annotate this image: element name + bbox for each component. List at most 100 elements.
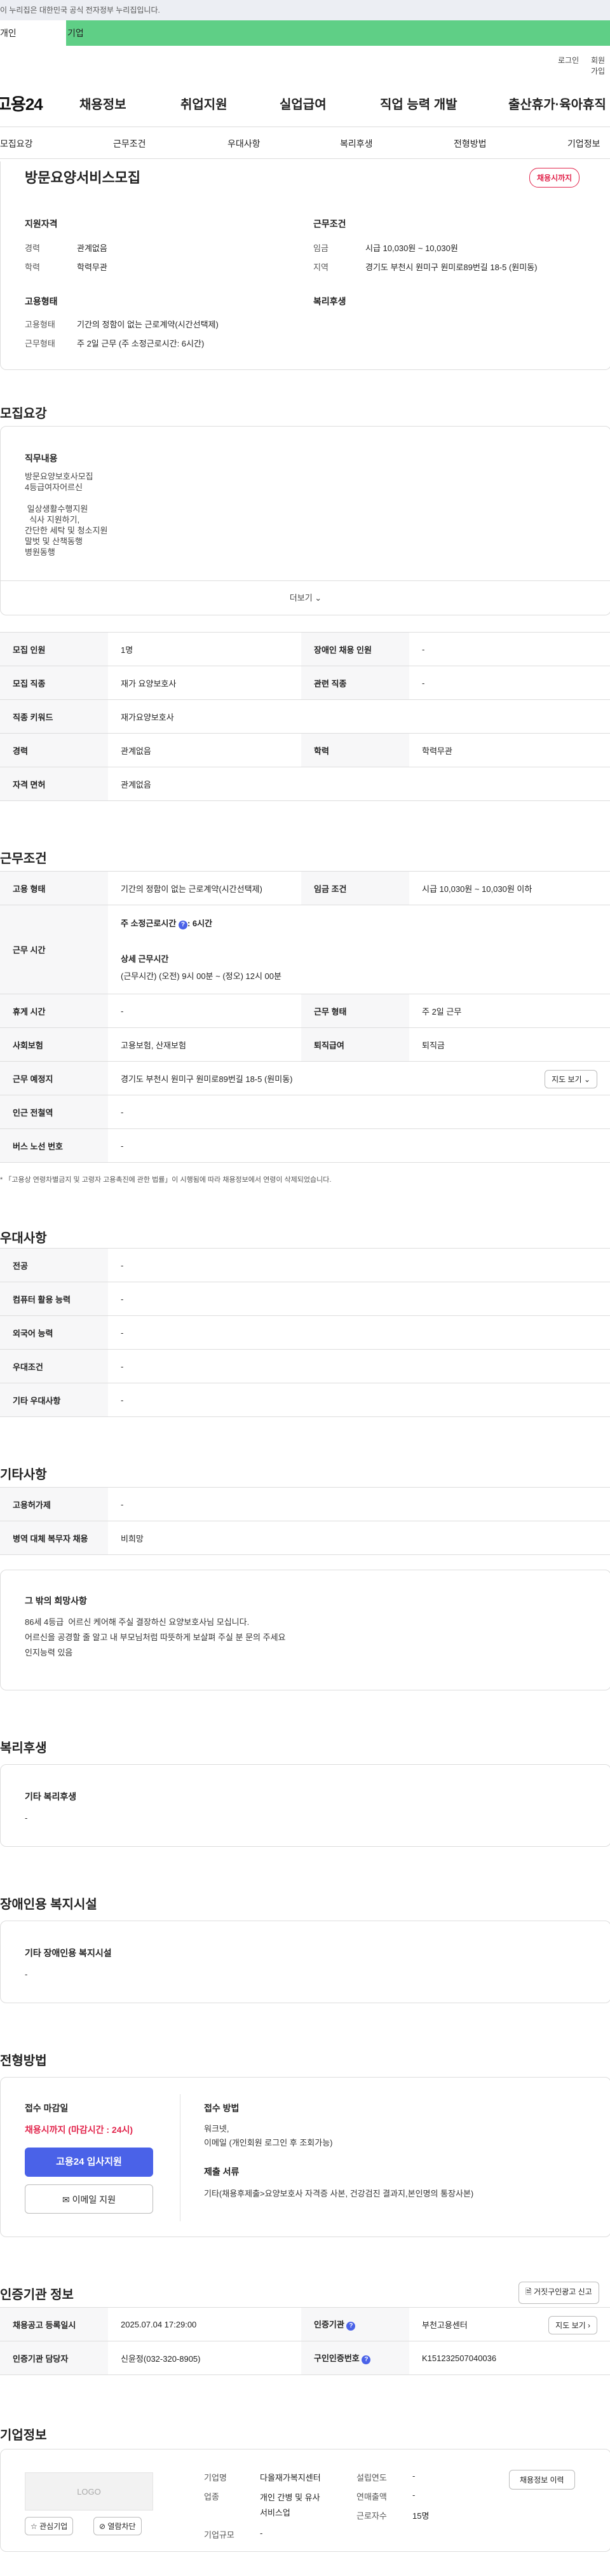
- deadline-badge: 채용시까지: [529, 168, 580, 188]
- block-button[interactable]: ⊘ 열람차단: [93, 2517, 142, 2535]
- docs-value: 기타(채용후제출>요양보호사 자격증 사본, 건강검진 결과지,본인명의 통장사…: [204, 2189, 474, 2198]
- info-icon[interactable]: ?: [346, 2322, 356, 2331]
- history-button[interactable]: 채용정보 이력: [509, 2470, 575, 2490]
- table-row: 외국어 능력 -: [0, 1315, 610, 1350]
- disabled-value: -: [25, 1970, 28, 1979]
- cert-section-header: 인증기관 정보 🗎 거짓구인광고 신고: [0, 2237, 610, 2307]
- deadline-title: 접수 마감일: [25, 2103, 69, 2113]
- table-row: 버스 노선 번호 -: [0, 1128, 610, 1163]
- disabled-card: 기타 장애인용 복지시설 -: [0, 1921, 610, 2003]
- table-row: 컴퓨터 활용 능력 -: [0, 1282, 610, 1316]
- apply-button[interactable]: 고용24 입사지원: [25, 2148, 153, 2177]
- selection-section-header: 전형방법: [0, 2003, 610, 2077]
- global-nav: 고용24 채용정보 취업지원 실업급여 직업 능력 개발 출산휴가·육아휴직: [0, 69, 610, 127]
- company-section-header: 기업정보: [0, 2375, 610, 2449]
- login-link[interactable]: 로그인: [558, 55, 579, 65]
- method-title: 접수 방법: [204, 2103, 240, 2113]
- info-icon[interactable]: ?: [178, 921, 187, 929]
- company-name: 다올재가복지센터: [260, 2473, 321, 2483]
- tab-person[interactable]: 개인: [0, 20, 66, 46]
- anchor-selection[interactable]: 전형방법: [454, 137, 487, 150]
- duties-card: 직무내용 방문요양보호사모집 4등급여자어르신 일상생활수행지원 식사 지원하기…: [0, 426, 610, 615]
- work-table: 고용 형태 기간의 정함이 없는 근로계약(시간선택제) 임금 조건 시급 10,03…: [0, 871, 610, 1163]
- section-title: 기업정보: [0, 2429, 47, 2442]
- section-title: 전형방법: [0, 2054, 47, 2068]
- welfare-title: 복리후생: [313, 296, 346, 306]
- interest-button[interactable]: ☆ 관심기업: [25, 2517, 74, 2535]
- anchor-company[interactable]: 기업정보: [567, 137, 600, 150]
- nav-menu-item[interactable]: 출산휴가·육아휴직: [508, 94, 606, 113]
- table-row: 고용허가제 -: [0, 1487, 610, 1521]
- etc-section-header: 기타사항: [0, 1417, 610, 1487]
- docs-title: 제출 서류: [204, 2167, 240, 2177]
- util-links: 로그인 회원가입: [0, 46, 610, 76]
- chevron-down-icon: ⌄: [583, 1075, 590, 1084]
- table-row: 고용 형태 기간의 정함이 없는 근로계약(시간선택제) 임금 조건 시급 10,03…: [0, 871, 610, 905]
- table-row: 우대조건 -: [0, 1349, 610, 1383]
- region-label: 지역: [313, 263, 329, 272]
- revenue-label: 연매출액: [356, 2492, 387, 2502]
- method-value: 워크넷, 이메일 (개인회원 로그인 후 조회가능): [204, 2124, 333, 2148]
- nav-menu-item[interactable]: 직업 능력 개발: [380, 94, 458, 113]
- work-value: 주 2일 근무 (주 소정근로시간: 6시간): [77, 339, 205, 348]
- table-row: 직종 키워드 재가요양보호사: [0, 699, 610, 734]
- table-row: 모집 인원 1명 장애인 채용 인원 -: [0, 632, 610, 666]
- info-icon[interactable]: ?: [362, 2355, 371, 2364]
- cert-table: 채용공고 등록일시 2025.07.04 17:29:00 인증기관 ? 부천고용…: [0, 2307, 610, 2375]
- wage-label: 임금: [313, 243, 329, 253]
- desc-text: 86세 4등급 어르신 케어해 주실 결장하신 요양보호사님 모십니다. 어르신…: [25, 1617, 286, 1657]
- tab-company[interactable]: 기업: [66, 20, 610, 46]
- age-note: * 「고용상 연령차별금지 및 고령자 고용촉진에 관한 법률」이 시행됨에 따…: [0, 1176, 332, 1184]
- section-title: 인증기관 정보: [0, 2288, 74, 2302]
- size-value: -: [260, 2528, 263, 2538]
- selection-card: 접수 마감일 채용시까지 (마감시간 : 24시) 고용24 입사지원 ✉ 이메…: [0, 2077, 610, 2237]
- welfare-card: 기타 복리후생 -: [0, 1764, 610, 1847]
- map-button[interactable]: 지도 보기 ⌄: [545, 1070, 597, 1088]
- hours-weekly: 주 소정근로시간 ?: 6시간: [121, 919, 213, 929]
- anchor-pref[interactable]: 우대사항: [227, 137, 261, 150]
- job-summary-card: 방문요양서비스모집 채용시까지 지원자격 경력 관계없음 학력 학력무관 근무조…: [0, 161, 610, 370]
- company-name-label: 기업명: [204, 2473, 227, 2483]
- table-row: 자격 면허 관계없음: [0, 767, 610, 801]
- nav-menu-item[interactable]: 취업지원: [180, 94, 227, 113]
- agency-map-button[interactable]: 지도 보기 ›: [548, 2316, 597, 2334]
- recruit-table: 모집 인원 1명 장애인 채용 인원 - 모집 직종 재가 요양보호사 관련 직종 - 직종…: [0, 632, 610, 801]
- anchor-work[interactable]: 근무조건: [113, 137, 146, 150]
- star-icon: ☆: [30, 2522, 37, 2531]
- region-value: 경기도 부천시 원미구 원미로89번길 18-5 (원미동): [365, 263, 538, 272]
- table-row: 근무 시간 주 소정근로시간 ?: 6시간 상세 근무시간 (근무시간) (오전…: [0, 905, 610, 994]
- hours-detail: (근무시간) (오전) 9시 00분 ~ (정오) 12시 00분: [121, 971, 281, 981]
- cond-title: 근무조건: [313, 219, 346, 229]
- size-label: 기업규모: [204, 2530, 234, 2540]
- emp-type-value: 기간의 정함이 없는 근로계약(시간선택제): [77, 320, 219, 329]
- qual-title: 지원자격: [25, 219, 58, 229]
- job-title: 방문요양서비스모집: [25, 170, 141, 186]
- site-tabs: 개인 기업: [0, 20, 610, 46]
- email-apply-button[interactable]: ✉ 이메일 지원: [25, 2184, 153, 2214]
- emp-type-label: 고용형태: [25, 320, 55, 329]
- etc-desc-card: 그 밖의 희망사항 86세 4등급 어르신 케어해 주실 결장하신 요양보호사님…: [0, 1570, 610, 1690]
- section-title: 복리후생: [0, 1741, 47, 1755]
- anchor-welfare[interactable]: 복리후생: [340, 137, 373, 150]
- nav-menu-item[interactable]: 실업급여: [280, 94, 327, 113]
- document-icon: 🗎: [525, 2287, 532, 2296]
- table-row: 사회보험 고용보험, 산재보험 퇴직급여 퇴직금: [0, 1027, 610, 1062]
- career-value: 관계없음: [77, 243, 107, 253]
- duties-title: 직무내용: [25, 453, 58, 463]
- industry-value: 개인 간병 및 유사 서비스업: [260, 2493, 320, 2518]
- section-title: 우대사항: [0, 1231, 47, 1245]
- welfare-value: -: [25, 1813, 28, 1823]
- recruit-section-header: 모집요강: [0, 370, 610, 426]
- more-button[interactable]: 더보기 ⌄: [1, 580, 610, 615]
- disabled-sub-title: 기타 장애인용 복지시설: [25, 1948, 112, 1958]
- edu-value: 학력무관: [77, 263, 107, 272]
- table-row: 인증기관 담당자 신윤정(032-320-8905) 구인인증번호 ? K1512…: [0, 2341, 610, 2375]
- desc-title: 그 밖의 희망사항: [25, 1596, 87, 1606]
- nav-menu-item[interactable]: 채용정보: [79, 94, 126, 113]
- site-logo[interactable]: 고용24: [0, 92, 43, 115]
- report-button[interactable]: 🗎 거짓구인광고 신고: [518, 2282, 599, 2304]
- pref-table: 전공 - 컴퓨터 활용 능력 - 외국어 능력 - 우대조건 - 기타 우대사항 -: [0, 1248, 610, 1417]
- founded-value: -: [412, 2471, 416, 2481]
- anchor-recruit[interactable]: 모집요강: [0, 137, 33, 150]
- employees-value: 15명: [412, 2511, 430, 2521]
